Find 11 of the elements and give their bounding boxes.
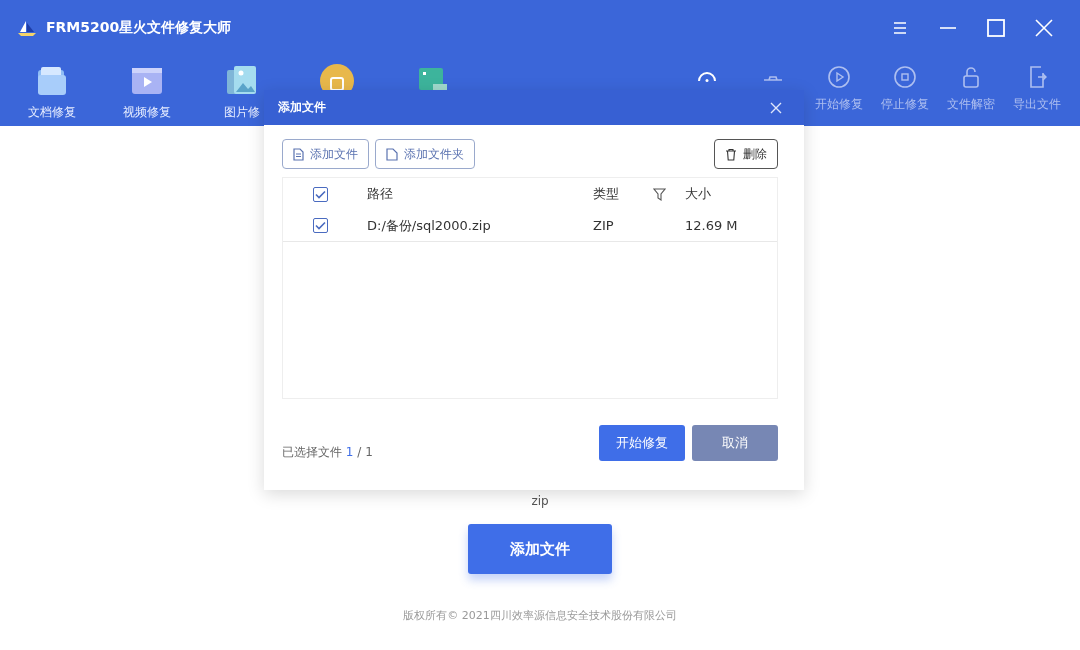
dialog-title: 添加文件 (278, 99, 326, 116)
table-cell-text: D:/备份/sql2000.zip (366, 216, 492, 235)
table-cell-text: 12.69 M (684, 218, 739, 233)
copyright-text: 版权所有© 2021四川效率源信息安全技术股份有限公司 (403, 608, 677, 623)
column-header: 类型 (593, 185, 620, 203)
window-title: FRM5200星火文件修复大师 (46, 19, 233, 37)
table-cell-text: ZIP (593, 218, 615, 233)
selection-count: 已选择文件 1 / 1 (282, 443, 374, 461)
file-type-text: zip (531, 494, 549, 508)
column-header: 路径 (366, 185, 394, 203)
column-header: 大小 (684, 185, 712, 203)
